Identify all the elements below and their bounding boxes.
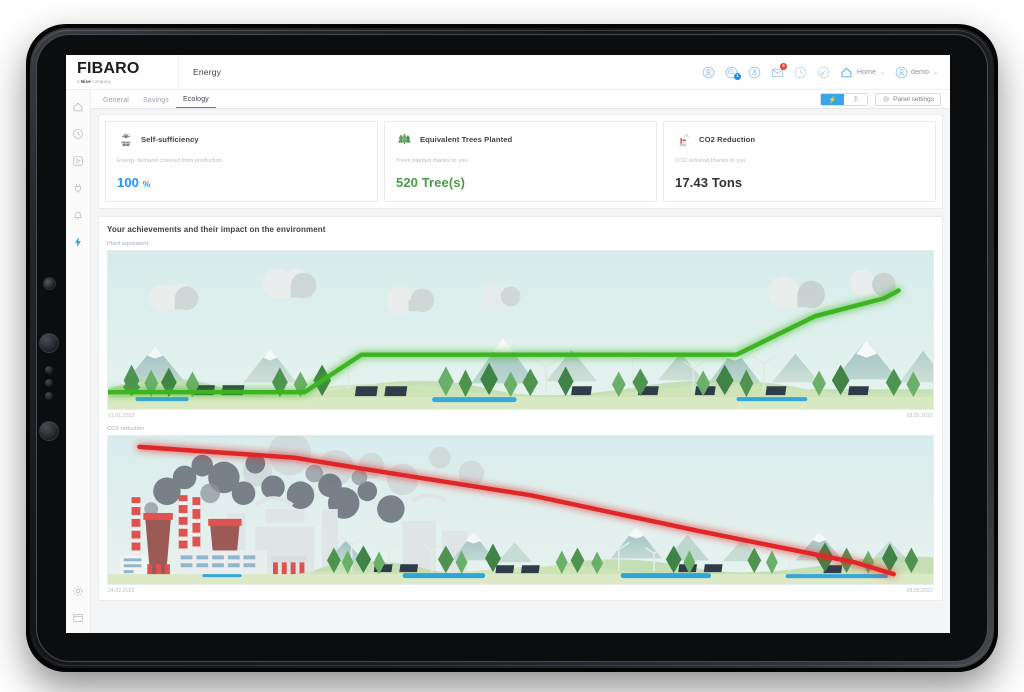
sidebar-item-devices[interactable] [72, 181, 85, 194]
main-content: Self-sufficiency Energy demand covered f… [91, 109, 950, 633]
tablet-button-top[interactable] [40, 334, 58, 352]
card-title: Equivalent Trees Planted [420, 135, 513, 144]
card-value-unit: % [142, 179, 151, 189]
co2-reduction-chart-canvas [108, 436, 933, 584]
card-co2-reduction: CO2 Reduction CO2 reduced thanks to you.… [663, 121, 936, 202]
plant-equivalent-chart-canvas [108, 251, 933, 409]
tab-general[interactable]: General [96, 97, 136, 108]
diagnostics-icon[interactable] [817, 65, 831, 79]
tab-bar: General Savings Ecology ⚡ $ Panel settin… [66, 90, 950, 109]
card-header: Equivalent Trees Planted [396, 131, 645, 148]
tablet-button-dot-2[interactable] [45, 379, 53, 387]
home-menu-label: Home [856, 68, 877, 76]
page-title: Energy [193, 67, 222, 77]
brand-name: FIBARO [77, 59, 140, 77]
card-title: Self-sufficiency [141, 135, 199, 144]
gear-icon [882, 95, 890, 105]
tablet-button-bottom[interactable] [40, 422, 58, 440]
camera-icon [44, 278, 55, 289]
plant-equivalent-start-date: 01.01.2022 [108, 413, 135, 419]
sidebar [66, 90, 91, 633]
card-value-number: 520 Tree(s) [396, 175, 466, 190]
co2-reduction-end-date: 08.05.2022 [906, 588, 933, 594]
cloud-sync-badge: 1 [733, 73, 741, 80]
messages-icon[interactable]: 4 [771, 63, 787, 79]
plant-equivalent-end-date: 08.05.2022 [906, 413, 933, 419]
sidebar-item-scenes[interactable] [72, 154, 85, 167]
panel-settings-label: Panel settings [893, 96, 934, 103]
app-screen: FIBARO a Nice company Energy 1 4 Home ⌄ … [66, 55, 950, 633]
sidebar-item-alarm[interactable] [72, 208, 85, 221]
currency-unit-option[interactable]: $ [844, 94, 868, 105]
voice-assistant-icon[interactable] [748, 65, 762, 79]
energy-unit-option[interactable]: ⚡ [821, 94, 845, 105]
tab-bar-actions: ⚡ $ Panel settings [820, 93, 941, 106]
co2-reduction-chart-label: CO2 reduction [107, 426, 145, 432]
brand-tagline-post: company [90, 78, 112, 84]
card-value-number: 17.43 Tons [675, 175, 743, 190]
tab-savings[interactable]: Savings [136, 97, 176, 108]
co2-reduction-start-date: 24.02.2022 [108, 588, 135, 594]
avatar [894, 65, 908, 79]
plant-equivalent-chart[interactable] [107, 250, 934, 410]
card-equivalent-trees: Equivalent Trees Planted Trees planted t… [384, 121, 657, 202]
achievements-title: Your achievements and their impact on th… [107, 225, 326, 234]
card-self-sufficiency: Self-sufficiency Energy demand covered f… [105, 121, 378, 202]
sidebar-item-panels[interactable] [72, 611, 85, 624]
sidebar-item-home[interactable] [72, 100, 85, 113]
panel-settings-button[interactable]: Panel settings [875, 93, 941, 106]
co2-reduction-chart[interactable] [107, 435, 934, 585]
home-icon [840, 65, 854, 79]
app-topbar: FIBARO a Nice company Energy 1 4 Home ⌄ … [66, 55, 950, 90]
kpi-cards: Self-sufficiency Energy demand covered f… [98, 114, 943, 209]
sidebar-item-history[interactable] [72, 127, 85, 140]
sidebar-item-energy[interactable] [72, 235, 85, 248]
card-value: 520 Tree(s) [396, 175, 645, 190]
co2-reduction-axis: 24.02.2022 08.05.2022 [107, 585, 934, 594]
plant-equivalent-chart-label: Plant equivalent [107, 241, 149, 247]
brand-tagline-bold: Nice [81, 78, 91, 84]
tab-ecology[interactable]: Ecology [175, 96, 216, 108]
card-title: CO2 Reduction [699, 135, 756, 144]
card-header: CO2 Reduction [675, 131, 924, 148]
card-value: 100 % [117, 175, 366, 190]
chevron-down-icon: ⌄ [932, 69, 938, 76]
brand-tagline: a Nice company [77, 79, 178, 84]
card-description: Energy demand covered from production. [117, 158, 224, 164]
achievements-panel: Your achievements and their impact on th… [98, 216, 943, 601]
solar-panel-icon [117, 131, 134, 148]
card-value-number: 100 [117, 175, 139, 190]
messages-badge: 4 [779, 63, 787, 70]
topbar-actions: 1 4 Home ⌄ demo ⌄ [702, 63, 950, 80]
card-description: Trees planted thanks to you. [396, 158, 470, 164]
tablet-button-dot-1[interactable] [45, 366, 53, 374]
unit-toggle[interactable]: ⚡ $ [820, 93, 869, 106]
plant-equivalent-axis: 01.01.2022 08.05.2022 [107, 410, 934, 419]
user-menu-label: demo [911, 68, 929, 76]
screenshot-root: FIBARO a Nice company Energy 1 4 Home ⌄ … [0, 0, 1024, 692]
card-header: Self-sufficiency [117, 131, 366, 148]
user-menu[interactable]: demo ⌄ [894, 65, 938, 79]
tablet-button-dot-3[interactable] [45, 392, 53, 400]
card-description: CO2 reduced thanks to you. [675, 158, 748, 164]
home-menu[interactable]: Home ⌄ [840, 65, 885, 79]
chevron-down-icon: ⌄ [880, 69, 886, 76]
history-icon[interactable] [794, 65, 808, 79]
factory-co2-icon [675, 131, 692, 148]
sidebar-item-settings[interactable] [72, 584, 85, 597]
card-value: 17.43 Tons [675, 175, 924, 190]
cloud-sync-icon[interactable]: 1 [725, 65, 741, 80]
trees-icon [396, 131, 413, 148]
brand-logo[interactable]: FIBARO a Nice company [66, 59, 178, 84]
user-account-icon[interactable] [702, 65, 716, 79]
